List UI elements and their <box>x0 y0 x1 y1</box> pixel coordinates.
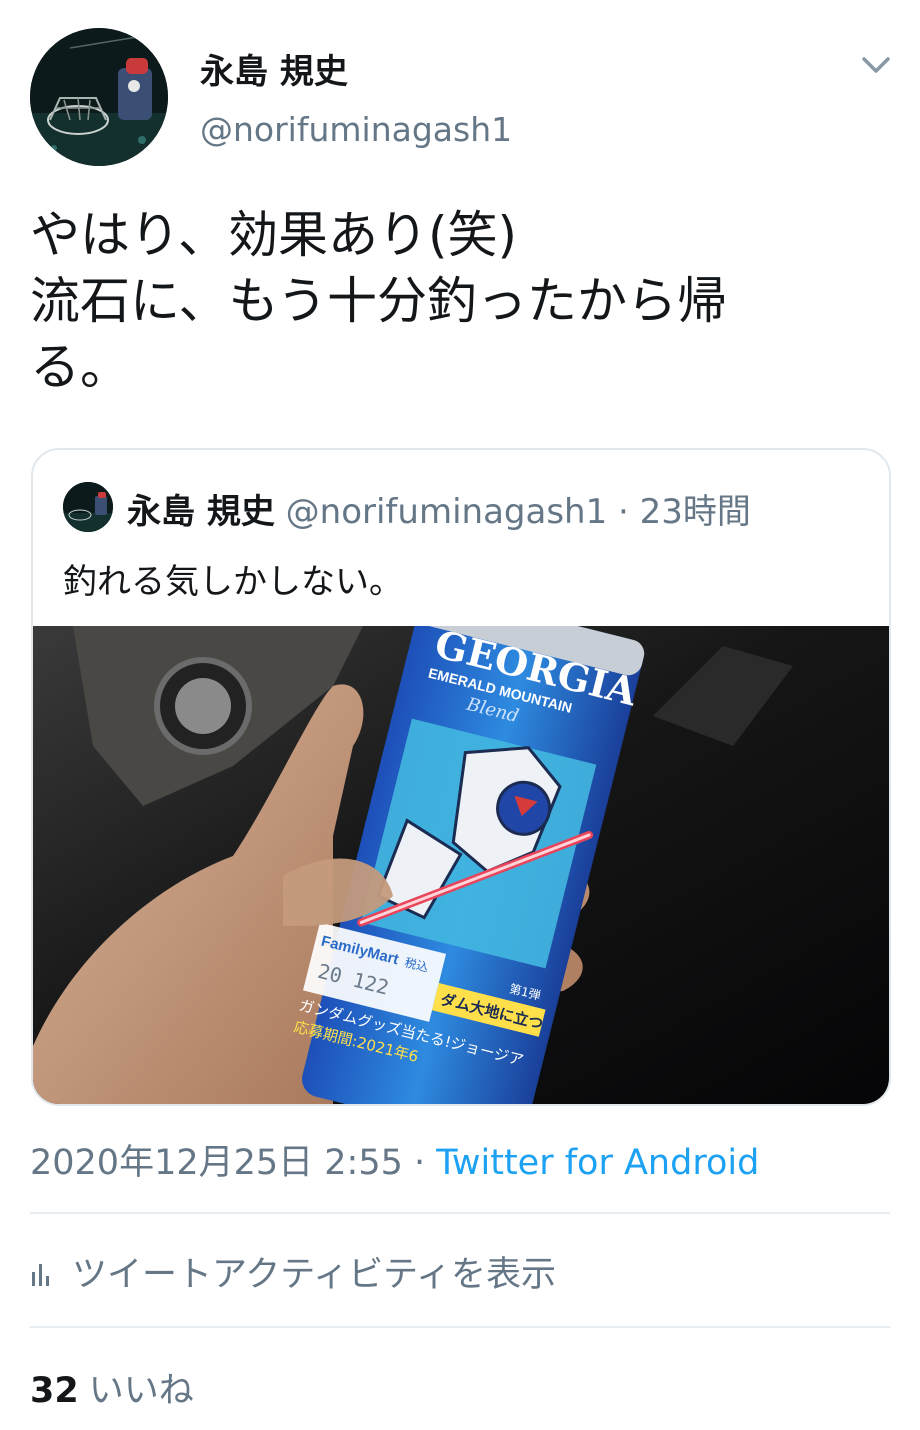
car-knob <box>175 678 231 734</box>
quoted-author-avatar <box>63 482 113 532</box>
tweet-text: やはり、効果あり(笑) 流石に、もう十分釣ったから帰 る。 <box>30 206 727 396</box>
separator-dot: · <box>618 492 629 532</box>
likes-stat[interactable]: 32 いいね <box>30 1362 194 1413</box>
quoted-author-name: 永島 規史 <box>127 492 275 532</box>
avatar-photo <box>30 28 168 166</box>
author-avatar[interactable] <box>30 28 168 166</box>
quoted-tweet-text: 釣れる気しかしない。 <box>63 562 403 602</box>
bar-chart-icon <box>32 1264 49 1286</box>
chevron-down-icon[interactable] <box>858 50 894 80</box>
tweet-activity-label: ツイートアクティビティを表示 <box>72 1255 557 1295</box>
tweet-meta: 2020年12月25日 2:55 · Twitter for Android <box>30 1134 759 1185</box>
quoted-tweet-header: 永島 規史 @norifuminagash1 · 23時間 <box>127 484 751 533</box>
tweet-source-link[interactable]: Twitter for Android <box>436 1143 759 1183</box>
author-handle[interactable]: @norifuminagash1 <box>200 110 512 149</box>
author-display-name[interactable]: 永島 規史 <box>200 44 348 93</box>
quoted-tweet-time: 23時間 <box>639 492 751 532</box>
quoted-tweet[interactable]: 永島 規史 @norifuminagash1 · 23時間 釣れる気しかしない。 <box>31 448 891 1106</box>
quoted-author-handle: @norifuminagash1 <box>285 492 608 532</box>
like-label: いいね <box>88 1371 194 1411</box>
like-count: 32 <box>30 1371 79 1411</box>
tweet-activity-button[interactable]: ツイートアクティビティを表示 <box>30 1246 556 1297</box>
divider <box>30 1326 890 1328</box>
tweet-header: 永島 規史 @norifuminagash1 <box>0 0 920 180</box>
quoted-tweet-photo[interactable]: GEORGIA EMERALD MOUNTAIN Blend FamilyMar… <box>33 626 889 1104</box>
divider <box>30 1212 890 1214</box>
avatar-photo <box>63 482 113 532</box>
tweet-timestamp[interactable]: 2020年12月25日 2:55 <box>30 1143 403 1183</box>
separator-dot: · <box>414 1143 426 1183</box>
